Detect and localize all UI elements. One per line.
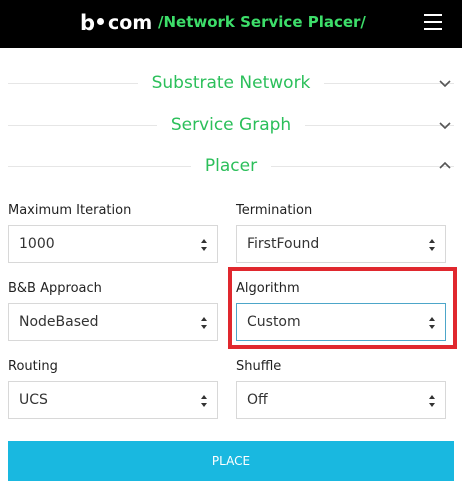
divider xyxy=(8,82,138,84)
termination-label: Termination xyxy=(236,203,313,218)
logo-b: b xyxy=(80,11,96,35)
app-header: b com /Network Service Placer/ xyxy=(0,0,462,48)
chevron-down-icon[interactable] xyxy=(438,76,452,90)
max-iteration-value: 1000 xyxy=(19,236,55,252)
section-title: Substrate Network xyxy=(151,73,311,93)
divider xyxy=(271,165,454,167)
section-title: Placer xyxy=(204,156,258,176)
routing-label: Routing xyxy=(8,359,58,374)
routing-select[interactable]: UCS xyxy=(8,381,218,419)
select-arrows-icon xyxy=(429,317,435,329)
select-arrows-icon xyxy=(201,395,207,407)
section-placer[interactable]: Placer xyxy=(8,151,454,181)
chevron-up-icon[interactable] xyxy=(438,159,452,173)
shuffle-value: Off xyxy=(247,392,268,408)
chevron-down-icon[interactable] xyxy=(438,118,452,132)
algorithm-label: Algorithm xyxy=(236,281,300,296)
section-substrate-network[interactable]: Substrate Network xyxy=(8,68,455,98)
divider xyxy=(8,124,157,126)
select-arrows-icon xyxy=(429,395,435,407)
section-service-graph[interactable]: Service Graph xyxy=(8,110,455,140)
algorithm-select[interactable]: Custom xyxy=(236,303,446,341)
logo-dot xyxy=(97,17,105,25)
app-title: /Network Service Placer/ xyxy=(158,13,366,31)
max-iteration-select[interactable]: 1000 xyxy=(8,225,218,263)
shuffle-select[interactable]: Off xyxy=(236,381,446,419)
bb-approach-value: NodeBased xyxy=(19,314,99,330)
divider xyxy=(8,165,191,167)
termination-value: FirstFound xyxy=(247,236,320,252)
select-arrows-icon xyxy=(201,317,207,329)
section-title: Service Graph xyxy=(170,115,292,135)
termination-select[interactable]: FirstFound xyxy=(236,225,446,263)
max-iteration-label: Maximum Iteration xyxy=(8,203,132,218)
select-arrows-icon xyxy=(201,239,207,251)
algorithm-value: Custom xyxy=(247,314,301,330)
divider xyxy=(305,124,455,126)
select-arrows-icon xyxy=(429,239,435,251)
hamburger-menu-icon[interactable] xyxy=(424,14,442,32)
shuffle-label: Shuffle xyxy=(236,359,282,374)
bcom-logo[interactable]: b com xyxy=(80,11,152,35)
logo-com: com xyxy=(108,12,153,34)
bb-approach-label: B&B Approach xyxy=(8,281,102,296)
place-button[interactable]: PLACE xyxy=(8,441,454,481)
routing-value: UCS xyxy=(19,392,48,408)
divider xyxy=(324,82,455,84)
bb-approach-select[interactable]: NodeBased xyxy=(8,303,218,341)
